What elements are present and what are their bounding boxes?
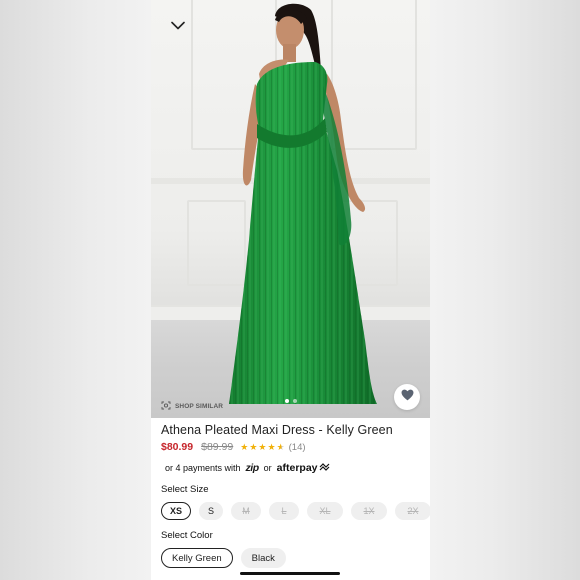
image-pagination[interactable]	[151, 399, 430, 403]
afterpay-arrows-icon	[319, 462, 330, 474]
size-option-xl[interactable]: XL	[307, 502, 344, 520]
star-icon: ★	[267, 441, 276, 452]
star-icon: ★	[249, 441, 258, 452]
half-star-icon: ★	[276, 441, 285, 452]
background-left	[0, 0, 151, 580]
size-section-label: Select Size	[161, 484, 209, 495]
color-options: Kelly Green Black	[161, 548, 286, 568]
product-image[interactable]: SHOP SIMILAR	[151, 0, 430, 418]
home-indicator[interactable]	[240, 572, 340, 575]
color-option-kelly-green[interactable]: Kelly Green	[161, 548, 233, 568]
heart-icon	[401, 388, 414, 406]
afterpay-logo[interactable]: afterpay	[277, 462, 330, 474]
pagination-dot[interactable]	[292, 399, 297, 403]
payment-prefix: or 4 payments with	[165, 463, 241, 473]
shop-similar-label: SHOP SIMILAR	[175, 402, 224, 410]
zip-logo[interactable]: zip	[246, 462, 260, 474]
size-option-s[interactable]: S	[199, 502, 224, 520]
model-figure	[229, 3, 377, 404]
review-count[interactable]: (14)	[289, 442, 306, 453]
price-row: $80.99 $89.99 ★ ★ ★ ★ ★ (14)	[161, 441, 422, 453]
size-option-l[interactable]: L	[269, 502, 300, 520]
size-option-1x[interactable]: 1X	[351, 502, 388, 520]
product-title: Athena Pleated Maxi Dress - Kelly Green	[161, 423, 393, 437]
product-screen: SHOP SIMILAR Athena Pleated Maxi Dress -…	[151, 0, 430, 580]
pagination-dot[interactable]	[284, 399, 289, 403]
size-option-xs[interactable]: XS	[161, 502, 192, 520]
background-right	[430, 0, 580, 580]
sale-price: $80.99	[161, 441, 194, 453]
color-section-label: Select Color	[161, 530, 213, 541]
rating-stars[interactable]: ★ ★ ★ ★ ★	[240, 441, 285, 452]
product-info: Athena Pleated Maxi Dress - Kelly Green …	[161, 423, 422, 474]
size-options: XS S M L XL 1X 2X 3	[161, 502, 430, 520]
chevron-down-icon[interactable]	[169, 18, 187, 32]
size-option-2x[interactable]: 2X	[395, 502, 430, 520]
payment-options: or 4 payments with zip or afterpay	[165, 462, 422, 474]
payment-connector: or	[263, 463, 272, 473]
color-option-black[interactable]: Black	[240, 548, 286, 568]
size-option-m[interactable]: M	[231, 502, 262, 520]
original-price: $89.99	[201, 441, 234, 453]
star-icon: ★	[240, 441, 249, 452]
star-icon: ★	[258, 441, 267, 452]
wishlist-button[interactable]	[394, 384, 420, 410]
